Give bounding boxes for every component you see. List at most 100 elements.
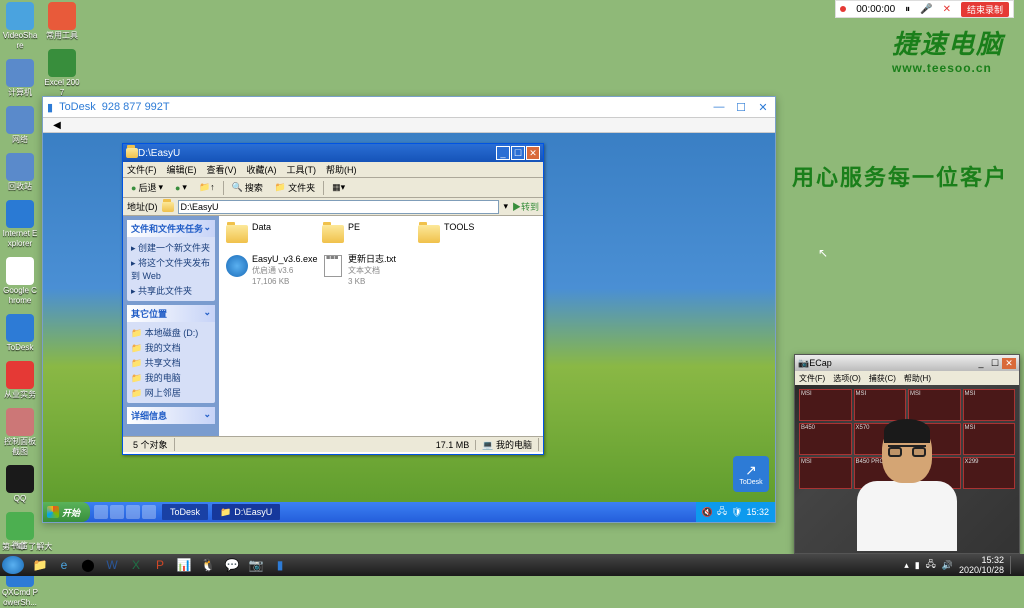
host-systray[interactable]: ▴ ▮ 🖧 🔊 15:32 2020/10/28 xyxy=(898,555,1022,575)
ql-icon[interactable] xyxy=(142,505,156,519)
task-link[interactable]: ▸ 创建一个新文件夹 xyxy=(131,240,211,255)
desktop-icon[interactable]: VideoShare xyxy=(2,2,38,51)
desktop-icon[interactable]: 计算机 xyxy=(2,59,38,98)
place-link[interactable]: 📁 网上邻居 xyxy=(131,385,211,400)
remote-desktop[interactable]: D:\EasyU _ ☐ ✕ 文件(F) 编辑(E) 查看(V) 收藏(A) 工具(T)… xyxy=(43,133,775,522)
host-start-button[interactable] xyxy=(2,556,24,574)
tb-excel-icon[interactable]: X xyxy=(124,556,148,574)
stop-record-button[interactable]: 结束录制 xyxy=(961,2,1009,17)
menu-item[interactable]: 捕获(C) xyxy=(869,373,896,384)
menu-item[interactable]: 选项(O) xyxy=(833,373,861,384)
task-link[interactable]: ▸ 共享此文件夹 xyxy=(131,283,211,298)
explorer-content[interactable]: Data PE TOOLS EasyU_v3.6.exe优启通 v3.617,106 … xyxy=(219,216,543,436)
places-panel-header[interactable]: 其它位置⌄ xyxy=(127,305,215,322)
places-panel-body: 📁 本地磁盘 (D:)📁 我的文档📁 共享文档📁 我的电脑📁 网上邻居 xyxy=(127,322,215,403)
ql-icon[interactable] xyxy=(126,505,140,519)
place-link[interactable]: 📁 共享文档 xyxy=(131,355,211,370)
menu-item[interactable]: 查看(V) xyxy=(207,163,237,176)
menu-item[interactable]: 文件(F) xyxy=(127,163,157,176)
forward-button[interactable]: ● ▾ xyxy=(171,181,191,194)
tray-net-icon[interactable]: 🖧 xyxy=(926,557,936,573)
desktop-icon[interactable]: Internet Explorer xyxy=(2,200,38,249)
webcam-maximize-button[interactable]: ☐ xyxy=(988,358,1002,369)
views-button[interactable]: ▦▾ xyxy=(328,181,349,194)
up-button[interactable]: 📁↑ xyxy=(195,181,219,194)
close-icon[interactable]: ✕ xyxy=(943,4,951,15)
ql-icon[interactable] xyxy=(110,505,124,519)
tb-chrome-icon[interactable]: ⬤ xyxy=(76,556,100,574)
explorer-titlebar[interactable]: D:\EasyU _ ☐ ✕ xyxy=(123,144,543,162)
desktop-icon[interactable]: 网络 xyxy=(2,106,38,145)
desktop-icon[interactable]: 常用工具 xyxy=(44,2,80,41)
folders-button[interactable]: 📁文件夹 xyxy=(271,180,319,195)
menu-item[interactable]: 帮助(H) xyxy=(904,373,931,384)
tb-explorer-icon[interactable]: 📁 xyxy=(28,556,52,574)
menu-item[interactable]: 帮助(H) xyxy=(326,163,357,176)
menu-item[interactable]: 收藏(A) xyxy=(247,163,277,176)
desktop-icons-col2: 常用工具 Excel 2007 xyxy=(44,0,80,98)
file-item[interactable]: EasyU_v3.6.exe优启通 v3.617,106 KB xyxy=(225,254,313,287)
taskbar-item-todesk[interactable]: ToDesk xyxy=(162,504,208,520)
desktop-icon[interactable]: QQ xyxy=(2,465,38,504)
tray-todesk-icon[interactable]: ▮ xyxy=(915,560,920,571)
webcam-titlebar[interactable]: 📷 ECap _ ☐ ✕ xyxy=(795,355,1019,371)
desktop-icon[interactable]: Excel 2007 xyxy=(44,49,80,98)
tray-icon[interactable]: 🛡 xyxy=(731,507,742,518)
desktop-icon[interactable]: 从业实务 xyxy=(2,361,38,400)
todesk-window: ▮ ToDesk 928 877 992T — ☐ ✕ ◀ D:\EasyU _… xyxy=(42,96,776,523)
tb-ie-icon[interactable]: e xyxy=(52,556,76,574)
ql-icon[interactable] xyxy=(94,505,108,519)
desktop-icon[interactable]: ToDesk xyxy=(2,314,38,353)
place-link[interactable]: 📁 我的电脑 xyxy=(131,370,211,385)
place-link[interactable]: 📁 本地磁盘 (D:) xyxy=(131,325,211,340)
tray-icon[interactable]: 🔇 xyxy=(702,507,713,518)
nav-back-icon[interactable]: ◀ xyxy=(49,120,65,131)
menu-item[interactable]: 文件(F) xyxy=(799,373,825,384)
file-item[interactable]: Data xyxy=(225,222,313,246)
desktop-icon[interactable]: 回收站 xyxy=(2,153,38,192)
tb-wechat-icon[interactable]: 💬 xyxy=(220,556,244,574)
pause-icon[interactable]: ⏸ xyxy=(905,4,910,15)
address-dropdown[interactable]: ▾ xyxy=(503,201,508,212)
tray-up-icon[interactable]: ▴ xyxy=(904,560,909,571)
tb-word-icon[interactable]: W xyxy=(100,556,124,574)
todesk-dock-button[interactable]: ↗ ToDesk xyxy=(733,456,769,492)
tasks-panel-header[interactable]: 文件和文件夹任务⌄ xyxy=(127,220,215,237)
go-button[interactable]: ▶转到 xyxy=(512,200,539,213)
menu-item[interactable]: 编辑(E) xyxy=(167,163,197,176)
record-time: 00:00:00 xyxy=(856,4,895,15)
back-button[interactable]: ●后退 ▾ xyxy=(127,180,167,195)
minimize-button[interactable]: — xyxy=(711,101,727,113)
explorer-minimize-button[interactable]: _ xyxy=(496,146,510,160)
details-panel-header[interactable]: 详细信息⌄ xyxy=(127,407,215,424)
file-item[interactable]: PE xyxy=(321,222,409,246)
file-item[interactable]: TOOLS xyxy=(417,222,505,246)
webcam-minimize-button[interactable]: _ xyxy=(974,358,988,368)
desktop-icon[interactable]: Google Chrome xyxy=(2,257,38,306)
close-button[interactable]: ✕ xyxy=(755,101,771,114)
address-input[interactable] xyxy=(178,200,500,214)
show-desktop-button[interactable] xyxy=(1010,556,1016,574)
place-link[interactable]: 📁 我的文档 xyxy=(131,340,211,355)
tb-ecap-icon[interactable]: 📷 xyxy=(244,556,268,574)
search-button[interactable]: 🔍搜索 xyxy=(228,180,267,195)
tb-app-icon[interactable]: 📊 xyxy=(172,556,196,574)
tray-icon[interactable]: 🖧 xyxy=(717,504,727,520)
mic-icon[interactable]: 🎤 xyxy=(920,4,932,15)
taskbar-item-explorer[interactable]: 📁 D:\EasyU xyxy=(212,504,280,520)
todesk-titlebar[interactable]: ▮ ToDesk 928 877 992T — ☐ ✕ xyxy=(43,97,775,117)
tb-qq-icon[interactable]: 🐧 xyxy=(196,556,220,574)
webcam-close-button[interactable]: ✕ xyxy=(1002,358,1016,369)
explorer-maximize-button[interactable]: ☐ xyxy=(511,146,525,160)
menu-item[interactable]: 工具(T) xyxy=(287,163,317,176)
tray-vol-icon[interactable]: 🔊 xyxy=(942,560,953,571)
maximize-button[interactable]: ☐ xyxy=(733,101,749,114)
xp-start-button[interactable]: 开始 xyxy=(43,502,90,522)
tb-todesk-icon[interactable]: ▮ xyxy=(268,556,292,574)
tb-ppt-icon[interactable]: P xyxy=(148,556,172,574)
task-link[interactable]: ▸ 将这个文件夹发布到 Web xyxy=(131,255,211,283)
desktop-icon[interactable]: 控制面板截图 xyxy=(2,408,38,457)
xp-systray[interactable]: 🔇 🖧 🛡 15:32 xyxy=(696,502,775,522)
explorer-close-button[interactable]: ✕ xyxy=(526,146,540,160)
file-item[interactable]: ≡≡≡更新日志.txt文本文档3 KB xyxy=(321,254,409,287)
